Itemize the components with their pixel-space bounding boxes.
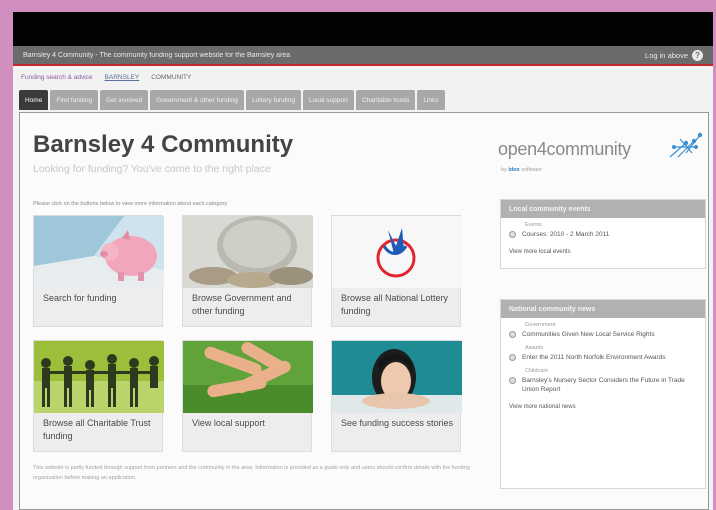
bullet-icon	[509, 354, 516, 361]
tab-home[interactable]: Home	[19, 90, 49, 110]
logo-sub-brand: idox	[508, 167, 520, 173]
card-label: Browse all Charitable Trust funding	[43, 418, 151, 441]
logo-subtitle: by idox software	[501, 167, 542, 173]
logo-network-icon	[669, 132, 703, 158]
panel-title: National community news	[501, 300, 705, 318]
tab-links[interactable]: Links	[417, 90, 445, 110]
card-label: View local support	[192, 418, 265, 428]
tab-local-support[interactable]: Local support	[302, 90, 354, 110]
piggy-bank-image	[34, 216, 164, 288]
footer-disclaimer: This website is partly funded through su…	[33, 465, 470, 481]
tab-find-funding[interactable]: Find funding	[50, 90, 99, 110]
national-news-panel: National community news Government Commu…	[500, 299, 706, 489]
local-events-panel: Local community events Events Courses: 2…	[500, 199, 706, 269]
tab-government-funding[interactable]: Government & other funding	[150, 90, 244, 110]
card-search-funding[interactable]: Search for funding	[33, 215, 164, 327]
breadcrumb: Funding search & advice BARNSLEY COMMUNI…	[13, 66, 713, 88]
top-black-bar	[13, 12, 713, 46]
joined-hands-image	[183, 341, 313, 413]
event-text: Courses: 2010 - 2 March 2011	[522, 231, 610, 238]
news-text: Enter the 2011 North Norfolk Environment…	[522, 354, 666, 361]
breadcrumb-item[interactable]: COMMUNITY	[151, 74, 191, 81]
news-item[interactable]: Communities Given New Local Service Righ…	[501, 328, 705, 341]
news-item[interactable]: Enter the 2011 North Norfolk Environment…	[501, 351, 705, 364]
tab-get-involved[interactable]: Get involved	[100, 90, 149, 110]
bullet-icon	[509, 331, 516, 338]
help-icon[interactable]: ?	[692, 49, 703, 61]
smiling-woman-image	[332, 341, 462, 413]
browser-viewport: Barnsley 4 Community - The community fun…	[13, 46, 713, 510]
bullet-icon	[509, 377, 516, 384]
card-charitable-trust[interactable]: Browse all Charitable Trust funding	[33, 340, 164, 452]
site-logo[interactable]: open4community	[498, 139, 631, 160]
event-item[interactable]: Courses: 2010 - 2 March 2011	[501, 228, 705, 241]
tab-lottery-funding[interactable]: Lottery funding	[245, 90, 301, 110]
news-item[interactable]: Barnsley's Nursery Sector Considers the …	[501, 374, 705, 396]
card-label: Search for funding	[43, 293, 117, 303]
more-news-link[interactable]: View more national news	[501, 396, 705, 416]
page-title: Barnsley 4 Community	[33, 131, 294, 158]
panel-title: Local community events	[501, 200, 705, 218]
breadcrumb-item[interactable]: BARNSLEY	[105, 74, 140, 81]
card-label: Browse Government and other funding	[192, 293, 292, 316]
news-text: Communities Given New Local Service Righ…	[522, 331, 655, 338]
site-header-bar: Barnsley 4 Community - The community fun…	[13, 46, 713, 66]
card-local-support[interactable]: View local support	[182, 340, 313, 452]
page-subtitle: Looking for funding? You've come to the …	[33, 163, 271, 175]
card-national-lottery[interactable]: Browse all National Lottery funding	[331, 215, 462, 327]
coins-image	[183, 216, 313, 288]
site-tagline: Barnsley 4 Community - The community fun…	[23, 51, 291, 59]
card-label: See funding success stories	[341, 418, 454, 428]
main-content-panel: Barnsley 4 Community Looking for funding…	[19, 112, 709, 510]
bullet-icon	[509, 231, 516, 238]
logo-sub-suffix: software	[521, 167, 542, 173]
intro-text: Please click on the buttons below to vie…	[33, 201, 228, 207]
more-events-link[interactable]: View more local events	[501, 241, 705, 261]
tab-charitable-trusts[interactable]: Charitable trusts	[355, 90, 416, 110]
news-text: Barnsley's Nursery Sector Considers the …	[522, 377, 685, 393]
main-nav-tabs: Home Find funding Get involved Governmen…	[13, 88, 713, 110]
people-silhouette-image	[34, 341, 164, 413]
card-success-stories[interactable]: See funding success stories	[331, 340, 462, 452]
breadcrumb-item[interactable]: Funding search & advice	[21, 74, 93, 81]
card-label: Browse all National Lottery funding	[341, 293, 449, 316]
login-link[interactable]: Log in above ?	[645, 49, 703, 61]
card-government-funding[interactable]: Browse Government and other funding	[182, 215, 313, 327]
logo-sub-prefix: by	[501, 167, 507, 173]
lottery-logo-image	[332, 216, 462, 288]
login-label: Log in above	[645, 50, 688, 60]
